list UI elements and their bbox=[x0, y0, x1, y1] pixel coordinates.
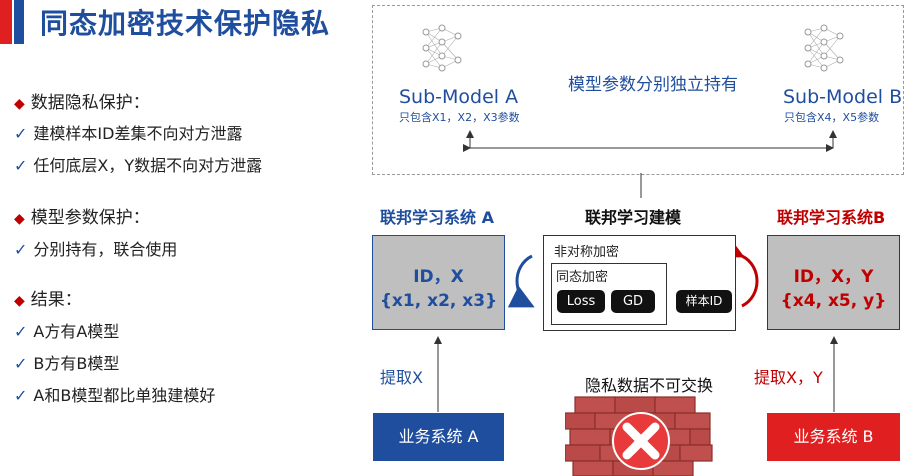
homomorphic-encryption-label: 同态加密 bbox=[556, 270, 609, 285]
system-b-data-box: ID，X，Y {x4, x5, y} bbox=[767, 235, 900, 330]
sample-id-chip: 样本ID bbox=[676, 290, 732, 313]
system-a-data-box: ID，X {x1, x2, x3} bbox=[372, 235, 505, 330]
federated-modeling-header: 联邦学习建模 bbox=[585, 208, 682, 227]
asymmetric-encryption-label: 非对称加密 bbox=[554, 245, 620, 260]
gd-chip: GD bbox=[611, 290, 655, 313]
privacy-warning-label: 隐私数据不可交换 bbox=[585, 376, 714, 395]
brick-wall-icon bbox=[565, 396, 713, 476]
exchange-arrow-left bbox=[507, 254, 535, 308]
system-a-header: 联邦学习系统 A bbox=[380, 208, 494, 227]
extract-xy-label: 提取X，Y bbox=[754, 368, 823, 387]
system-a-line1: ID，X bbox=[413, 267, 464, 287]
system-b-line2: {x4, x5, y} bbox=[780, 291, 887, 311]
business-system-b: 业务系统 B bbox=[767, 413, 900, 461]
loss-chip: Loss bbox=[557, 290, 605, 313]
extract-x-label: 提取X bbox=[380, 368, 423, 387]
system-b-header: 联邦学习系统B bbox=[777, 208, 886, 227]
system-b-line1: ID，X，Y bbox=[793, 267, 874, 287]
system-a-line2: {x1, x2, x3} bbox=[379, 291, 498, 311]
business-system-a: 业务系统 A bbox=[373, 413, 504, 461]
exchange-arrow-right bbox=[717, 235, 759, 308]
